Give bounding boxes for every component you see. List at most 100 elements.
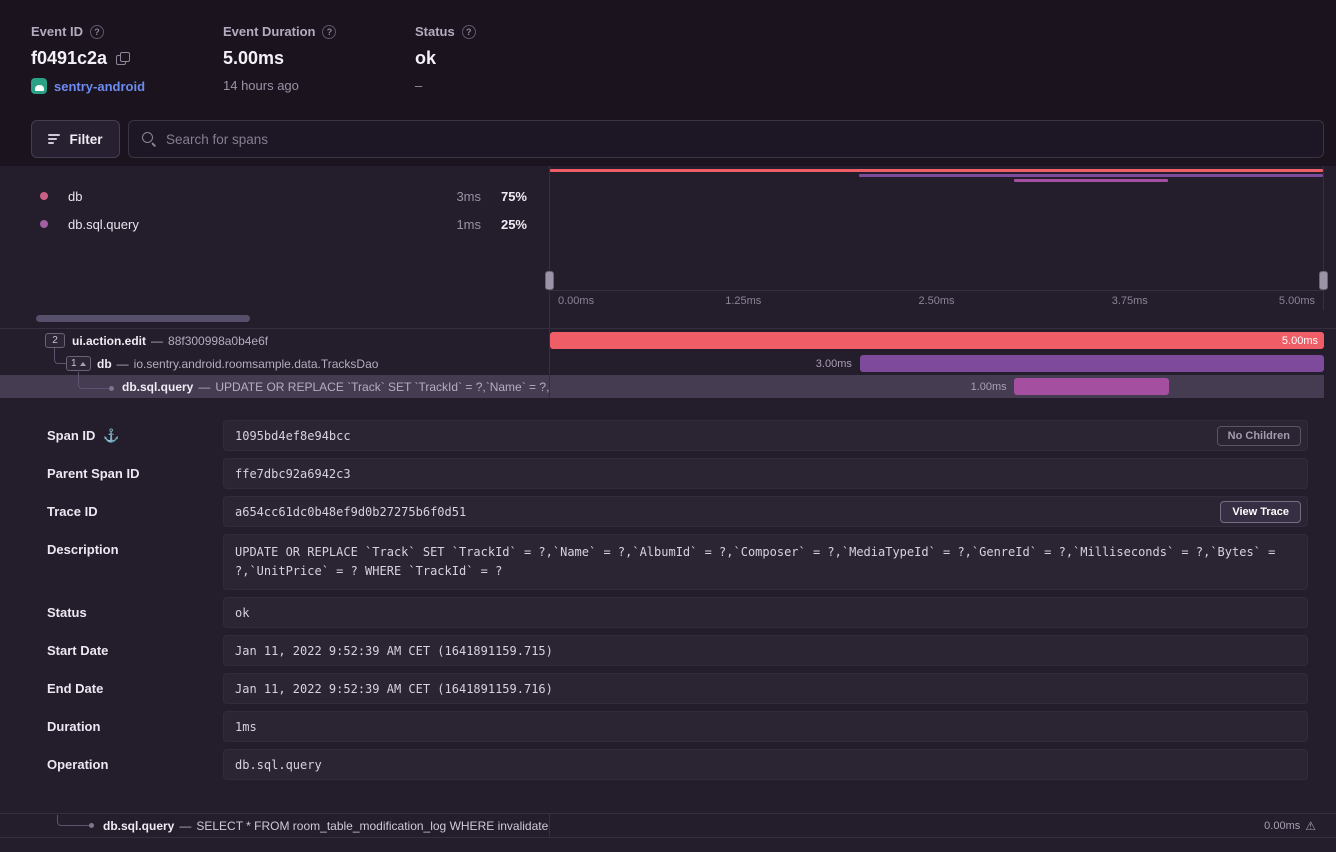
span-row-ui-action-edit[interactable]: 2 ui.action.edit — 88f300998a0b4e6f 5.00…	[0, 329, 1324, 352]
span-detail-panel: Span ID ⚓ 1095bd4ef8e94bcc No Children P…	[0, 398, 1336, 806]
event-header: Event ID ? f0491c2a sentry-android Event…	[0, 0, 1336, 166]
span-duration-bar[interactable]	[550, 332, 1324, 349]
project-platform-icon	[31, 78, 47, 94]
detail-row-parent-span-id: Parent Span ID ffe7dbc92a6942c3	[47, 458, 1308, 489]
tree-scrollbar-thumb[interactable]	[36, 315, 250, 322]
op-color-dot	[40, 192, 48, 200]
minimap-chart[interactable]: 0.00ms 1.25ms 2.50ms 3.75ms 5.00ms	[549, 166, 1324, 310]
detail-label: End Date	[47, 673, 103, 704]
detail-label: Parent Span ID	[47, 458, 139, 489]
search-icon	[142, 132, 156, 146]
separator: —	[179, 819, 191, 833]
badge-count: 1	[71, 358, 77, 369]
detail-row-end-date: End Date Jan 11, 2022 9:52:39 AM CET (16…	[47, 673, 1308, 704]
span-duration-label: 0.00ms	[1264, 820, 1300, 832]
event-id-field: Event ID ? f0491c2a sentry-android	[31, 24, 145, 94]
legend-row-db[interactable]: db 3ms 75%	[0, 182, 549, 210]
detail-row-operation: Operation db.sql.query	[47, 749, 1308, 780]
event-duration-label: Event Duration	[223, 24, 315, 39]
anchor-link-icon[interactable]: ⚓	[103, 420, 119, 451]
span-row-db-sql-query-select[interactable]: db.sql.query — SELECT * FROM room_table_…	[0, 813, 1336, 838]
span-row-db[interactable]: 1 db — io.sentry.android.roomsample.data…	[0, 352, 1324, 375]
legend-row-db-sql-query[interactable]: db.sql.query 1ms 25%	[0, 210, 549, 238]
detail-row-start-date: Start Date Jan 11, 2022 9:52:39 AM CET (…	[47, 635, 1308, 666]
minimap-left-handle[interactable]	[545, 271, 554, 290]
span-description: io.sentry.android.roomsample.data.Tracks…	[134, 357, 379, 371]
children-count-badge[interactable]: 1	[66, 356, 91, 371]
op-percent: 25%	[481, 217, 527, 232]
minimap-right-handle[interactable]	[1319, 271, 1328, 290]
value-text: 1095bd4ef8e94bcc	[235, 429, 351, 443]
tree-connector-dot	[89, 823, 94, 828]
op-duration: 1ms	[423, 217, 481, 232]
description-value: UPDATE OR REPLACE `Track` SET `TrackId` …	[223, 534, 1308, 590]
status-value-box: ok	[223, 597, 1308, 628]
axis-tick: 5.00ms	[1279, 295, 1315, 307]
op-name: db	[68, 189, 423, 204]
event-age: 14 hours ago	[223, 78, 299, 93]
operation-value: db.sql.query	[223, 749, 1308, 780]
duration-value: 1ms	[223, 711, 1308, 742]
children-count-badge[interactable]: 2	[45, 333, 65, 348]
chevron-up-icon	[80, 362, 86, 366]
op-breakdown: db 3ms 75% db.sql.query 1ms 25%	[0, 166, 549, 310]
value-text: a654cc61dc0b48ef9d0b27275b6f0d51	[235, 505, 466, 519]
value-text: Jan 11, 2022 9:52:39 AM CET (1641891159.…	[235, 682, 553, 696]
separator: —	[117, 357, 129, 371]
span-search[interactable]	[128, 120, 1324, 158]
tree-connector	[78, 372, 112, 389]
copy-icon[interactable]	[116, 52, 129, 65]
minimap-span-bar	[1014, 179, 1169, 182]
axis-tick: 2.50ms	[918, 295, 954, 307]
op-name: db.sql.query	[68, 217, 423, 232]
detail-label: Duration	[47, 711, 100, 742]
value-text: ok	[235, 606, 249, 620]
warning-icon: ⚠	[1305, 819, 1316, 833]
detail-label: Operation	[47, 749, 108, 780]
tree-connector	[57, 815, 91, 826]
divider	[549, 310, 550, 328]
status-field: Status ? ok –	[415, 24, 476, 93]
view-trace-button[interactable]: View Trace	[1220, 501, 1301, 523]
end-date-value: Jan 11, 2022 9:52:39 AM CET (1641891159.…	[223, 673, 1308, 704]
filter-button[interactable]: Filter	[31, 120, 120, 158]
detail-row-span-id: Span ID ⚓ 1095bd4ef8e94bcc No Children	[47, 420, 1308, 451]
span-description: SELECT * FROM room_table_modification_lo…	[196, 819, 548, 833]
value-text: UPDATE OR REPLACE `Track` SET `TrackId` …	[235, 545, 1275, 578]
help-icon[interactable]: ?	[322, 25, 336, 39]
detail-label: Span ID	[47, 420, 95, 451]
axis-tick: 0.00ms	[558, 295, 594, 307]
filter-icon	[48, 134, 60, 144]
trace-id-value: a654cc61dc0b48ef9d0b27275b6f0d51 View Tr…	[223, 496, 1308, 527]
axis-tick: 1.25ms	[725, 295, 761, 307]
status-value: ok	[415, 48, 436, 69]
value-text: Jan 11, 2022 9:52:39 AM CET (1641891159.…	[235, 644, 553, 658]
detail-row-duration: Duration 1ms	[47, 711, 1308, 742]
span-duration-bar[interactable]	[860, 355, 1324, 372]
help-icon[interactable]: ?	[462, 25, 476, 39]
span-row-db-sql-query-selected[interactable]: db.sql.query — UPDATE OR REPLACE `Track`…	[0, 375, 1324, 398]
trace-minimap: db 3ms 75% db.sql.query 1ms 25% 0.00ms 1…	[0, 166, 1336, 310]
project-link[interactable]: sentry-android	[54, 79, 145, 94]
no-children-badge: No Children	[1217, 426, 1301, 446]
detail-label: Trace ID	[47, 496, 98, 527]
event-id-label: Event ID	[31, 24, 83, 39]
search-input[interactable]	[166, 132, 1310, 147]
span-duration-label: 3.00ms	[816, 358, 852, 370]
span-tree: 2 ui.action.edit — 88f300998a0b4e6f 5.00…	[0, 329, 1336, 398]
help-icon[interactable]: ?	[90, 25, 104, 39]
separator: —	[151, 334, 163, 348]
filter-button-label: Filter	[69, 132, 102, 147]
minimap-span-bar	[550, 169, 1323, 172]
detail-row-description: Description UPDATE OR REPLACE `Track` SE…	[47, 534, 1308, 590]
event-id-value: f0491c2a	[31, 48, 107, 69]
badge-count: 2	[52, 335, 58, 346]
span-duration-bar[interactable]	[1014, 378, 1169, 395]
tree-scrollbar-track	[0, 310, 1336, 329]
span-id-value: 1095bd4ef8e94bcc No Children	[223, 420, 1308, 451]
value-text: ffe7dbc92a6942c3	[235, 467, 351, 481]
parent-span-id-value: ffe7dbc92a6942c3	[223, 458, 1308, 489]
span-trace-view: Event ID ? f0491c2a sentry-android Event…	[0, 0, 1336, 852]
detail-row-trace-id: Trace ID a654cc61dc0b48ef9d0b27275b6f0d5…	[47, 496, 1308, 527]
tree-connector-dot	[109, 386, 114, 391]
